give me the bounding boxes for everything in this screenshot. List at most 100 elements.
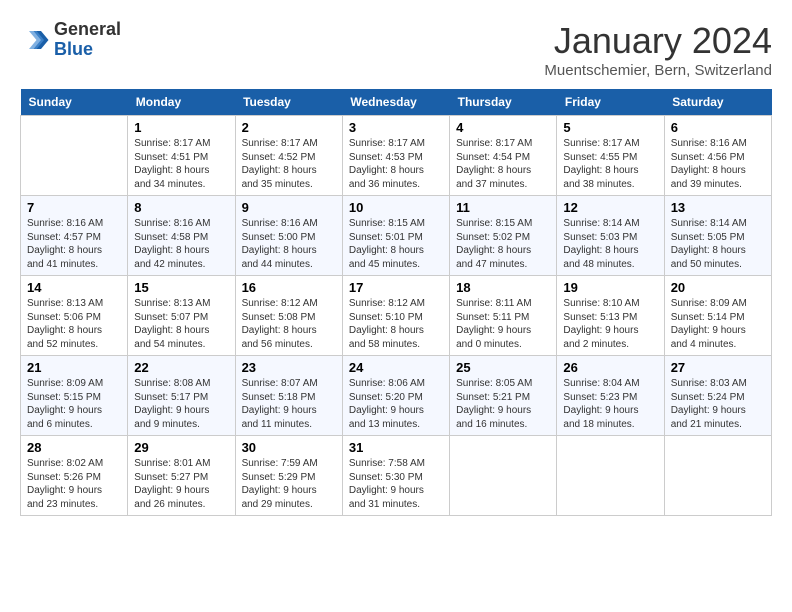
day-number: 27 <box>671 360 765 375</box>
cell-content: Sunrise: 8:06 AMSunset: 5:20 PMDaylight:… <box>349 377 443 431</box>
calendar-cell: 26 Sunrise: 8:04 AMSunset: 5:23 PMDayligh… <box>557 356 664 436</box>
calendar-cell: 8 Sunrise: 8:16 AMSunset: 4:58 PMDaylight… <box>128 196 235 276</box>
cell-content: Sunrise: 8:04 AMSunset: 5:23 PMDaylight:… <box>563 377 657 431</box>
calendar-cell: 27Sunrise: 8:03 AMSunset: 5:24 PMDayligh… <box>664 356 771 436</box>
cell-content: Sunrise: 8:13 AMSunset: 5:06 PMDaylight:… <box>27 297 121 351</box>
calendar-cell: 6 Sunrise: 8:16 AMSunset: 4:56 PMDaylight… <box>664 116 771 196</box>
month-title: January 2024 <box>544 20 772 62</box>
calendar-cell: 3Sunrise: 8:17 AMSunset: 4:53 PMDaylight… <box>342 116 449 196</box>
calendar-cell: 12 Sunrise: 8:14 AMSunset: 5:03 PMDayligh… <box>557 196 664 276</box>
day-number: 15 <box>134 280 228 295</box>
day-number: 22 <box>134 360 228 375</box>
calendar-cell: 16 Sunrise: 8:12 AMSunset: 5:08 PMDayligh… <box>235 276 342 356</box>
calendar-cell <box>21 116 128 196</box>
day-number: 19 <box>563 280 657 295</box>
cell-content: Sunrise: 8:10 AMSunset: 5:13 PMDaylight:… <box>563 297 657 351</box>
week-row-5: 28Sunrise: 8:02 AMSunset: 5:26 PMDayligh… <box>21 436 772 516</box>
cell-content: Sunrise: 8:11 AMSunset: 5:11 PMDaylight:… <box>456 297 550 351</box>
col-header-saturday: Saturday <box>664 89 771 116</box>
day-number: 5 <box>563 120 657 135</box>
calendar-cell: 7Sunrise: 8:16 AMSunset: 4:57 PMDaylight… <box>21 196 128 276</box>
calendar-cell: 28Sunrise: 8:02 AMSunset: 5:26 PMDayligh… <box>21 436 128 516</box>
calendar-cell: 13 Sunrise: 8:14 AMSunset: 5:05 PMDayligh… <box>664 196 771 276</box>
calendar-cell: 21Sunrise: 8:09 AMSunset: 5:15 PMDayligh… <box>21 356 128 436</box>
cell-content: Sunrise: 7:59 AMSunset: 5:29 PMDaylight:… <box>242 457 336 511</box>
cell-content: Sunrise: 8:13 AMSunset: 5:07 PMDaylight:… <box>134 297 228 351</box>
calendar-cell: 10 Sunrise: 8:15 AMSunset: 5:01 PMDayligh… <box>342 196 449 276</box>
calendar-cell <box>557 436 664 516</box>
cell-content: Sunrise: 8:17 AMSunset: 4:54 PMDaylight:… <box>456 137 550 191</box>
calendar-cell: 4Sunrise: 8:17 AMSunset: 4:54 PMDaylight… <box>450 116 557 196</box>
calendar-cell <box>664 436 771 516</box>
day-number: 2 <box>242 120 336 135</box>
calendar-table: SundayMondayTuesdayWednesdayThursdayFrid… <box>20 89 772 516</box>
cell-content: Sunrise: 8:17 AMSunset: 4:51 PMDaylight:… <box>134 137 228 191</box>
calendar-cell: 2Sunrise: 8:17 AMSunset: 4:52 PMDaylight… <box>235 116 342 196</box>
calendar-cell: 24 Sunrise: 8:06 AMSunset: 5:20 PMDayligh… <box>342 356 449 436</box>
cell-content: Sunrise: 8:16 AMSunset: 4:56 PMDaylight:… <box>671 137 765 191</box>
calendar-cell: 29 Sunrise: 8:01 AMSunset: 5:27 PMDayligh… <box>128 436 235 516</box>
week-row-3: 14 Sunrise: 8:13 AMSunset: 5:06 PMDayligh… <box>21 276 772 356</box>
calendar-cell: 11Sunrise: 8:15 AMSunset: 5:02 PMDayligh… <box>450 196 557 276</box>
day-number: 9 <box>242 200 336 215</box>
cell-content: Sunrise: 8:15 AMSunset: 5:02 PMDaylight:… <box>456 217 550 271</box>
day-number: 26 <box>563 360 657 375</box>
day-number: 10 <box>349 200 443 215</box>
day-number: 7 <box>27 200 121 215</box>
cell-content: Sunrise: 8:14 AMSunset: 5:03 PMDaylight:… <box>563 217 657 271</box>
logo: General Blue <box>20 20 121 60</box>
header-row: SundayMondayTuesdayWednesdayThursdayFrid… <box>21 89 772 116</box>
cell-content: Sunrise: 8:16 AMSunset: 5:00 PMDaylight:… <box>242 217 336 271</box>
logo-general-text: General <box>54 20 121 40</box>
col-header-friday: Friday <box>557 89 664 116</box>
calendar-cell: 9 Sunrise: 8:16 AMSunset: 5:00 PMDaylight… <box>235 196 342 276</box>
page-header: General Blue January 2024 Muentschemier,… <box>20 20 772 79</box>
cell-content: Sunrise: 8:01 AMSunset: 5:27 PMDaylight:… <box>134 457 228 511</box>
cell-content: Sunrise: 8:16 AMSunset: 4:58 PMDaylight:… <box>134 217 228 271</box>
calendar-cell: 5Sunrise: 8:17 AMSunset: 4:55 PMDaylight… <box>557 116 664 196</box>
day-number: 17 <box>349 280 443 295</box>
cell-content: Sunrise: 8:08 AMSunset: 5:17 PMDaylight:… <box>134 377 228 431</box>
week-row-1: 1 Sunrise: 8:17 AMSunset: 4:51 PMDaylight… <box>21 116 772 196</box>
logo-icon <box>20 25 50 55</box>
cell-content: Sunrise: 8:05 AMSunset: 5:21 PMDaylight:… <box>456 377 550 431</box>
cell-content: Sunrise: 8:02 AMSunset: 5:26 PMDaylight:… <box>27 457 121 511</box>
day-number: 30 <box>242 440 336 455</box>
day-number: 25 <box>456 360 550 375</box>
col-header-sunday: Sunday <box>21 89 128 116</box>
day-number: 8 <box>134 200 228 215</box>
day-number: 18 <box>456 280 550 295</box>
cell-content: Sunrise: 8:12 AMSunset: 5:08 PMDaylight:… <box>242 297 336 351</box>
day-number: 6 <box>671 120 765 135</box>
logo-blue-text: Blue <box>54 40 121 60</box>
calendar-cell: 18 Sunrise: 8:11 AMSunset: 5:11 PMDayligh… <box>450 276 557 356</box>
week-row-4: 21Sunrise: 8:09 AMSunset: 5:15 PMDayligh… <box>21 356 772 436</box>
day-number: 12 <box>563 200 657 215</box>
location-text: Muentschemier, Bern, Switzerland <box>544 62 772 79</box>
cell-content: Sunrise: 8:09 AMSunset: 5:15 PMDaylight:… <box>27 377 121 431</box>
day-number: 20 <box>671 280 765 295</box>
calendar-cell: 1 Sunrise: 8:17 AMSunset: 4:51 PMDaylight… <box>128 116 235 196</box>
calendar-cell: 22 Sunrise: 8:08 AMSunset: 5:17 PMDayligh… <box>128 356 235 436</box>
col-header-tuesday: Tuesday <box>235 89 342 116</box>
cell-content: Sunrise: 8:14 AMSunset: 5:05 PMDaylight:… <box>671 217 765 271</box>
day-number: 13 <box>671 200 765 215</box>
calendar-cell: 31Sunrise: 7:58 AMSunset: 5:30 PMDayligh… <box>342 436 449 516</box>
cell-content: Sunrise: 8:09 AMSunset: 5:14 PMDaylight:… <box>671 297 765 351</box>
day-number: 29 <box>134 440 228 455</box>
calendar-cell: 30 Sunrise: 7:59 AMSunset: 5:29 PMDayligh… <box>235 436 342 516</box>
calendar-cell <box>450 436 557 516</box>
col-header-monday: Monday <box>128 89 235 116</box>
col-header-thursday: Thursday <box>450 89 557 116</box>
day-number: 24 <box>349 360 443 375</box>
week-row-2: 7Sunrise: 8:16 AMSunset: 4:57 PMDaylight… <box>21 196 772 276</box>
cell-content: Sunrise: 8:15 AMSunset: 5:01 PMDaylight:… <box>349 217 443 271</box>
day-number: 31 <box>349 440 443 455</box>
calendar-cell: 20 Sunrise: 8:09 AMSunset: 5:14 PMDayligh… <box>664 276 771 356</box>
day-number: 1 <box>134 120 228 135</box>
calendar-cell: 19 Sunrise: 8:10 AMSunset: 5:13 PMDayligh… <box>557 276 664 356</box>
day-number: 14 <box>27 280 121 295</box>
day-number: 16 <box>242 280 336 295</box>
day-number: 3 <box>349 120 443 135</box>
calendar-cell: 23Sunrise: 8:07 AMSunset: 5:18 PMDayligh… <box>235 356 342 436</box>
